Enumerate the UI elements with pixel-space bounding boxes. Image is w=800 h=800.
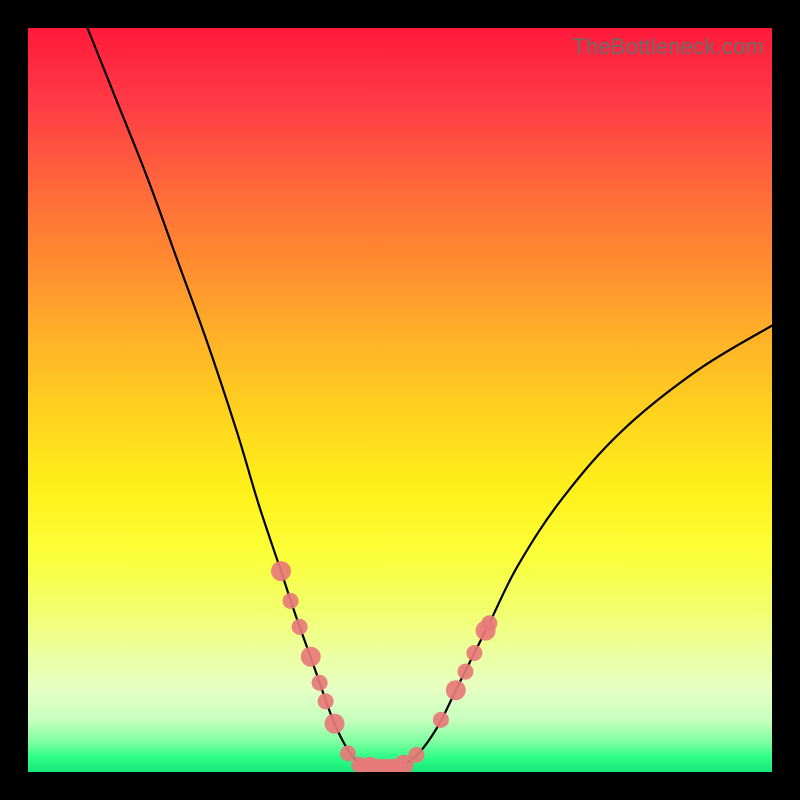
marker-dot [283,593,299,609]
marker-dot [301,647,321,667]
marker-dot [408,747,424,763]
marker-dot [458,664,474,680]
marker-dot [325,714,345,734]
marker-dot [271,561,291,581]
marker-dot [318,693,334,709]
marker-dot [466,645,482,661]
highlight-markers [28,28,772,772]
chart-plot-area: TheBottleneck.com [28,28,772,772]
marker-dot [446,680,466,700]
watermark-text: TheBottleneck.com [572,34,764,60]
marker-dot [433,712,449,728]
marker-dot [481,615,497,631]
marker-dot [312,675,328,691]
marker-dot [292,619,308,635]
